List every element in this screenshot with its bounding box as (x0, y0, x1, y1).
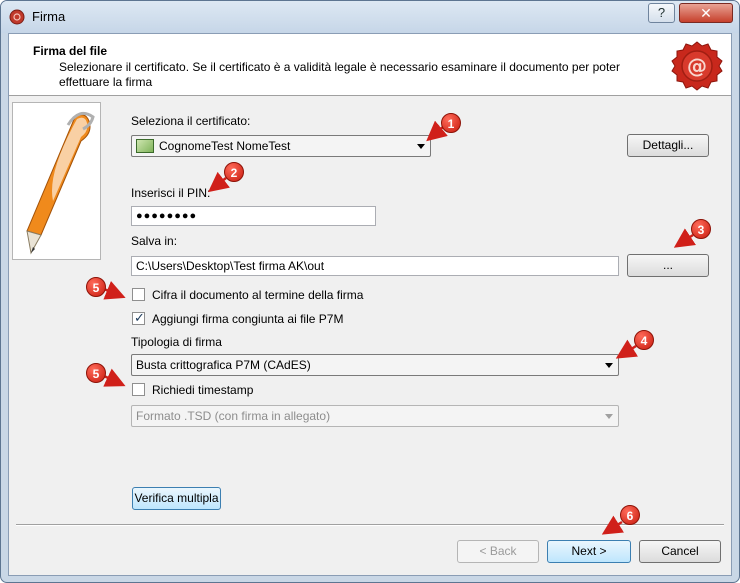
browse-button[interactable]: ... (627, 254, 709, 277)
encrypt-checkbox[interactable] (132, 288, 145, 301)
details-button[interactable]: Dettagli... (627, 134, 709, 157)
cancel-button[interactable]: Cancel (639, 540, 721, 563)
window-title: Firma (32, 9, 66, 24)
page-description: Selezionare il certificato. Se il certif… (59, 60, 620, 89)
title-bar: Firma ? ✕ (1, 1, 739, 33)
signature-type-label: Tipologia di firma (131, 335, 222, 349)
certificate-icon (136, 138, 154, 153)
signature-type-selected: Busta crittografica P7M (CAdES) (136, 358, 311, 372)
callout-badge-4: 4 (634, 330, 654, 350)
next-button[interactable]: Next > (547, 540, 631, 563)
wax-seal-icon (9, 9, 25, 25)
chevron-down-icon (417, 144, 425, 149)
help-button[interactable]: ? (648, 3, 675, 23)
pin-label: Inserisci il PIN: (131, 186, 211, 200)
cosign-label: Aggiungi firma congiunta ai file P7M (152, 312, 344, 326)
footer-divider (16, 524, 724, 526)
pen-icon (26, 111, 95, 255)
wax-seal-icon: @ (671, 41, 723, 91)
close-button[interactable]: ✕ (679, 3, 733, 23)
chevron-down-icon (605, 363, 613, 368)
signature-type-select[interactable]: Busta crittografica P7M (CAdES) (131, 354, 619, 376)
encrypt-label: Cifra il documento al termine della firm… (152, 288, 364, 302)
timestamp-label: Richiedi timestamp (152, 383, 254, 397)
back-button[interactable]: < Back (457, 540, 539, 563)
timestamp-format-select: Formato .TSD (con firma in allegato) (131, 405, 619, 427)
certificate-select[interactable]: CognomeTest NomeTest (131, 135, 431, 157)
callout-badge-1: 1 (441, 113, 461, 133)
page-title: Firma del file (33, 44, 108, 58)
wizard-header: Firma del file Selezionare il certificat… (9, 34, 731, 96)
certificate-label: Seleziona il certificato: (131, 114, 251, 128)
pen-illustration (12, 102, 101, 260)
cosign-checkbox[interactable] (132, 310, 145, 326)
timestamp-format-selected: Formato .TSD (con firma in allegato) (136, 409, 331, 423)
svg-text:@: @ (687, 54, 707, 78)
certificate-selected: CognomeTest NomeTest (159, 139, 291, 153)
save-path-input[interactable]: C:\Users\Desktop\Test firma AK\out (131, 256, 619, 276)
callout-badge-5a: 5 (86, 277, 106, 297)
callout-badge-2: 2 (224, 162, 244, 182)
timestamp-checkbox[interactable] (132, 383, 145, 396)
callout-badge-5b: 5 (86, 363, 106, 383)
dialog-client: Firma del file Selezionare il certificat… (8, 33, 732, 576)
firma-dialog: Firma ? ✕ Firma del file Selezionare il … (0, 0, 740, 583)
chevron-down-icon (605, 414, 613, 419)
callout-badge-6: 6 (620, 505, 640, 525)
verify-multiple-button[interactable]: Verifica multipla (132, 487, 221, 510)
callout-badge-3: 3 (691, 219, 711, 239)
pin-input[interactable]: ●●●●●●●● (131, 206, 376, 226)
save-label: Salva in: (131, 234, 178, 248)
